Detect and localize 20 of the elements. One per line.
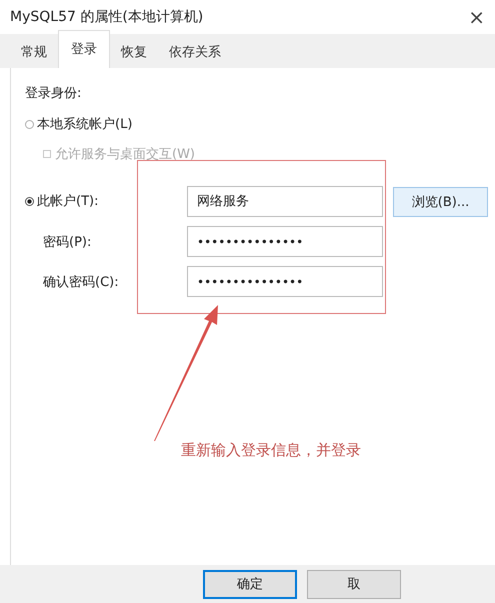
account-field[interactable]: 网络服务: [187, 186, 383, 216]
radio-option[interactable]: 此帐户(T):: [25, 192, 177, 210]
annotation-text: 重新输入登录信息，并登录: [181, 441, 361, 460]
password-field[interactable]: •••••••••••••••: [187, 226, 383, 257]
tab[interactable]: 恢复: [110, 37, 158, 68]
close-button[interactable]: ×: [464, 5, 489, 29]
radio-option[interactable]: 本地系统帐户(L): [25, 115, 495, 133]
radio-icon[interactable]: [25, 196, 34, 206]
cancel-button[interactable]: 取: [307, 570, 401, 598]
tab[interactable]: 登录: [58, 30, 110, 68]
window-title: MySQL57 的属性(本地计算机): [10, 8, 204, 26]
field-label: 确认密码(C):: [42, 274, 120, 290]
tab[interactable]: 依存关系: [158, 37, 232, 68]
field-label: 密码(P):: [42, 234, 92, 250]
ok-button[interactable]: 确定: [203, 570, 297, 598]
tab[interactable]: 常规: [10, 37, 58, 68]
browse-button[interactable]: 浏览(B)...: [393, 187, 488, 217]
password-field[interactable]: •••••••••••••••: [187, 266, 383, 297]
section-label: 登录身份:: [25, 85, 82, 102]
radio-icon[interactable]: [25, 120, 34, 128]
